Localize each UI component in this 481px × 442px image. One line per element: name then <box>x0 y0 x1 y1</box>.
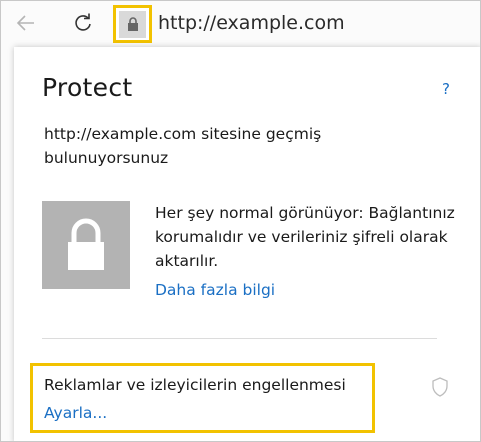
secure-lock-image <box>42 201 130 289</box>
address-bar-url[interactable]: http://example.com <box>158 10 345 36</box>
back-arrow-icon <box>16 15 34 31</box>
refresh-button[interactable] <box>70 10 96 36</box>
connection-status-text: Her şey normal görünüyor: Bağlantınız ko… <box>155 204 455 270</box>
large-lock-icon <box>68 218 104 270</box>
shield-icon <box>432 377 448 397</box>
tracking-prevention-section: Reklamlar ve izleyicilerin engellenmesi … <box>30 363 375 433</box>
browser-window: http://example.com Protect ? http://exam… <box>0 0 481 442</box>
site-info-panel: Protect ? http://example.com sitesine ge… <box>14 47 480 441</box>
site-info-button[interactable] <box>113 5 152 43</box>
site-message: http://example.com sitesine geçmiş bulun… <box>44 125 322 167</box>
tracking-settings-link[interactable]: Ayarla... <box>44 402 107 424</box>
lock-button-bg <box>119 10 146 38</box>
help-link[interactable]: ? <box>442 80 450 98</box>
tracking-prevention-label: Reklamlar ve izleyicilerin engellenmesi <box>44 376 346 394</box>
refresh-icon <box>75 13 91 31</box>
back-button[interactable] <box>13 10 39 36</box>
lock-icon <box>127 17 138 31</box>
browser-toolbar: http://example.com <box>1 1 480 47</box>
panel-title: Protect <box>42 73 133 102</box>
more-info-link[interactable]: Daha fazla bilgi <box>155 278 275 302</box>
divider <box>42 338 437 339</box>
